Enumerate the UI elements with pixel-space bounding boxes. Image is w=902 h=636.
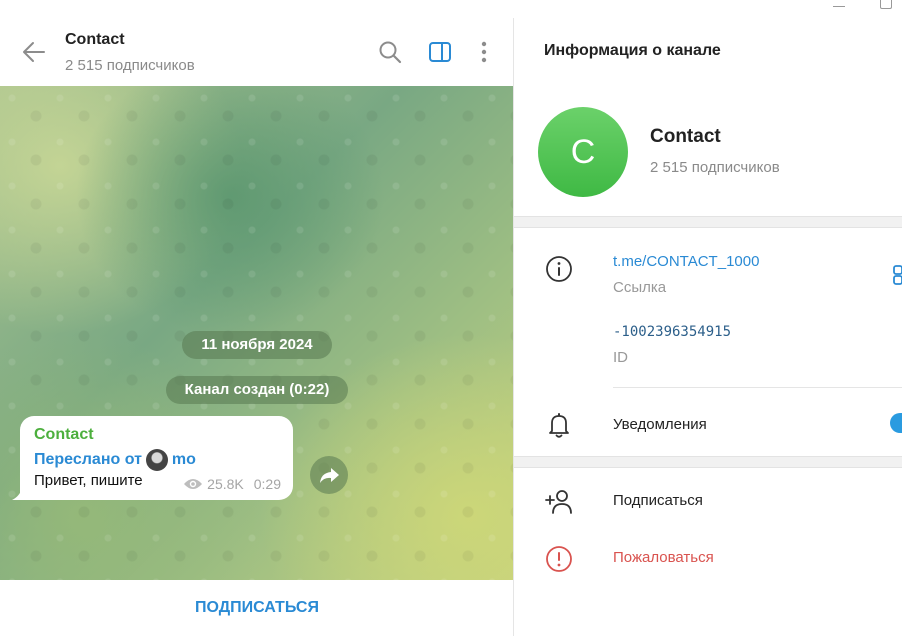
channel-avatar[interactable]: C (538, 107, 628, 197)
chat-header: Contact 2 515 подписчиков (0, 18, 514, 86)
info-icon (546, 256, 572, 282)
more-vertical-icon[interactable] (470, 38, 498, 66)
channel-info-pane: Информация о канале C Contact 2 515 подп… (514, 18, 902, 636)
message-meta: 25.8K 0:29 (183, 476, 281, 492)
forwarded-avatar (145, 449, 168, 471)
message-bubble[interactable]: Contact Переслано от mo Привет, пишите 2… (20, 416, 293, 500)
subscribe-button[interactable]: ПОДПИСАТЬСЯ (0, 580, 514, 636)
notifications-label: Уведомления (613, 416, 707, 433)
share-button[interactable] (310, 456, 348, 494)
channel-link[interactable]: t.me/CONTACT_1000 (613, 253, 759, 270)
channel-id-label: ID (613, 349, 628, 366)
channel-link-label: Ссылка (613, 279, 667, 296)
chat-title[interactable]: Contact (65, 31, 125, 49)
back-arrow-icon[interactable] (20, 40, 48, 64)
maximize-icon[interactable] (880, 0, 892, 9)
channel-id[interactable]: -1002396354915 (613, 324, 731, 340)
message-author[interactable]: Contact (34, 426, 94, 444)
info-title: Информация о канале (544, 42, 721, 59)
message-text: Привет, пишите (34, 472, 143, 489)
date-separator: 11 ноября 2024 (182, 331, 332, 359)
search-icon[interactable] (376, 38, 404, 66)
minimize-icon[interactable] (833, 6, 845, 7)
chat-pane: Contact 2 515 подписчиков 11 ноября 2024… (0, 18, 514, 636)
bell-icon (549, 413, 569, 438)
chat-subscriber-count: 2 515 подписчиков (65, 57, 195, 74)
message-views: 25.8K (207, 476, 244, 492)
service-message: Канал создан (0:22) (166, 376, 348, 404)
window-controls (0, 0, 902, 18)
warning-icon (546, 546, 572, 572)
report-label[interactable]: Пожаловаться (613, 549, 714, 566)
channel-subscriber-count: 2 515 подписчиков (650, 159, 780, 176)
add-user-icon (545, 490, 572, 514)
forwarded-header[interactable]: Переслано от mo (34, 449, 196, 471)
notifications-toggle[interactable] (890, 413, 902, 433)
forwarded-prefix: Переслано от (34, 451, 142, 468)
forwarded-from[interactable]: mo (172, 451, 196, 469)
section-separator (514, 456, 902, 468)
subscribe-label[interactable]: Подписаться (613, 492, 703, 509)
message-time: 0:29 (253, 476, 281, 492)
eye-icon (184, 479, 203, 489)
section-separator (514, 216, 902, 228)
share-icon (320, 468, 339, 483)
row-divider (613, 387, 902, 388)
telegram-window: Contact 2 515 подписчиков 11 ноября 2024… (0, 0, 902, 636)
sidebar-toggle-icon[interactable] (426, 38, 454, 66)
channel-name: Contact (650, 126, 721, 147)
qr-code-icon[interactable] (890, 264, 902, 286)
